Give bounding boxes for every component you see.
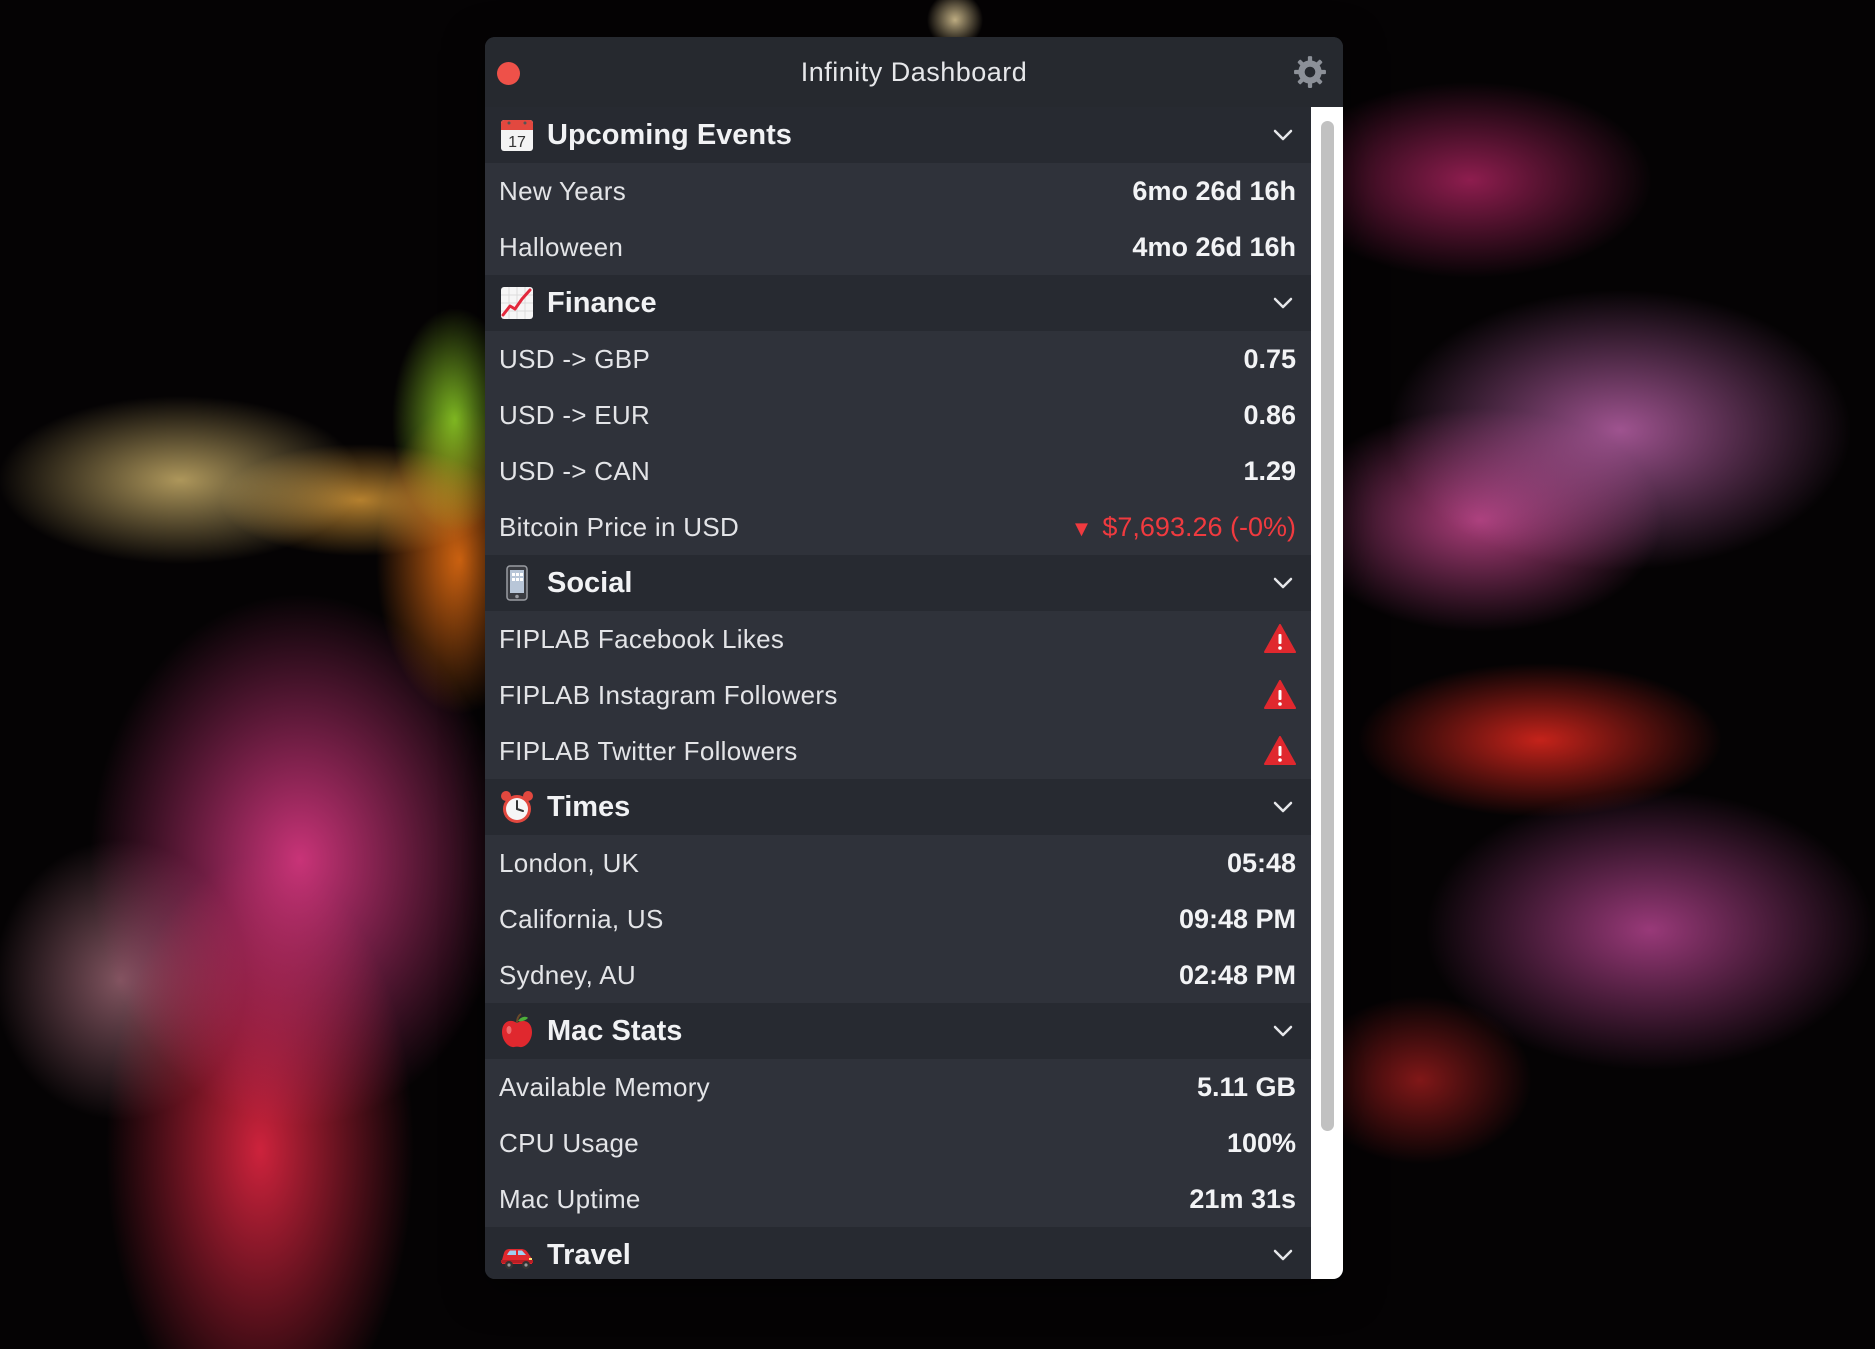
alarm-clock-icon — [498, 788, 536, 826]
section-title-times: Times — [547, 790, 631, 823]
row-label: CPU Usage — [499, 1127, 639, 1158]
row-value: 100% — [1226, 1127, 1296, 1158]
calendar-day: 17 — [508, 134, 526, 151]
list-item: FIPLAB Twitter Followers — [485, 723, 1311, 779]
list-item: Bitcoin Price in USD ▼ $7,693.26 (-0%) — [485, 499, 1311, 555]
warning-icon[interactable] — [1264, 736, 1296, 766]
section-title-travel: Travel — [547, 1238, 631, 1271]
list-item: London, UK 05:48 — [485, 835, 1311, 891]
warning-icon[interactable] — [1264, 624, 1296, 654]
list-item: Halloween 4mo 26d 16h — [485, 219, 1311, 275]
list-item: CPU Usage 100% — [485, 1115, 1311, 1171]
section-header-mac-stats[interactable]: Mac Stats — [485, 1003, 1311, 1059]
row-value: 4mo 26d 16h — [1132, 231, 1296, 262]
row-label: USD -> EUR — [499, 399, 651, 430]
row-value: 05:48 — [1226, 847, 1296, 878]
list-item: USD -> EUR 0.86 — [485, 387, 1311, 443]
window-title: Infinity Dashboard — [800, 56, 1028, 87]
row-label: USD -> GBP — [499, 343, 651, 374]
gear-icon[interactable] — [1293, 55, 1327, 89]
row-value: 21m 31s — [1189, 1183, 1296, 1214]
list-item: FIPLAB Facebook Likes — [485, 611, 1311, 667]
mobile-phone-icon — [498, 564, 536, 602]
section-header-upcoming-events[interactable]: 17 Upcoming Events — [485, 107, 1311, 163]
row-value: 1.29 — [1243, 455, 1296, 486]
row-label: FIPLAB Facebook Likes — [499, 623, 785, 654]
list-item: Mac Uptime 21m 31s — [485, 1171, 1311, 1227]
row-label: Halloween — [499, 231, 624, 262]
list-item: New Years 6mo 26d 16h — [485, 163, 1311, 219]
apple-icon — [498, 1012, 536, 1050]
chevron-down-icon[interactable] — [1269, 1241, 1297, 1269]
title-bar: Infinity Dashboard — [485, 37, 1343, 107]
car-icon — [498, 1236, 536, 1274]
row-label: FIPLAB Twitter Followers — [499, 735, 798, 766]
row-label: New Years — [499, 175, 626, 206]
section-title-social: Social — [547, 566, 633, 599]
section-header-times[interactable]: Times — [485, 779, 1311, 835]
chevron-down-icon[interactable] — [1269, 793, 1297, 821]
list-item: Sydney, AU 02:48 PM — [485, 947, 1311, 1003]
row-value: 5.11 GB — [1196, 1071, 1296, 1102]
row-label: California, US — [499, 903, 664, 934]
chevron-down-icon[interactable] — [1269, 1017, 1297, 1045]
scrollbar-track[interactable] — [1311, 107, 1343, 1279]
row-value: 09:48 PM — [1178, 903, 1296, 934]
row-label: London, UK — [499, 847, 640, 878]
scrollbar-thumb[interactable] — [1321, 121, 1334, 1131]
section-title-finance: Finance — [547, 286, 657, 319]
chevron-down-icon[interactable] — [1269, 289, 1297, 317]
section-title-mac-stats: Mac Stats — [547, 1014, 683, 1047]
list-item: California, US 09:48 PM — [485, 891, 1311, 947]
bitcoin-price-value: ▼ $7,693.26 (-0%) — [1071, 512, 1296, 543]
row-label: Mac Uptime — [499, 1183, 641, 1214]
row-value: 0.86 — [1243, 399, 1296, 430]
list-item: USD -> GBP 0.75 — [485, 331, 1311, 387]
row-label: Available Memory — [499, 1071, 710, 1102]
row-value: $7,693.26 (-0%) — [1102, 511, 1296, 542]
chevron-down-icon[interactable] — [1269, 121, 1297, 149]
close-window-button[interactable] — [497, 62, 520, 85]
row-label: Sydney, AU — [499, 959, 636, 990]
dashboard-window: Infinity Dashboard 17 Upcoming Events Ne… — [485, 37, 1343, 1279]
row-value: 6mo 26d 16h — [1132, 175, 1296, 206]
list-item: USD -> CAN 1.29 — [485, 443, 1311, 499]
chart-increasing-icon — [498, 284, 536, 322]
section-header-social[interactable]: Social — [485, 555, 1311, 611]
list-item: Available Memory 5.11 GB — [485, 1059, 1311, 1115]
down-triangle-icon: ▼ — [1070, 515, 1093, 541]
calendar-icon: 17 — [498, 116, 536, 154]
warning-icon[interactable] — [1264, 680, 1296, 710]
section-header-travel[interactable]: Travel — [485, 1227, 1311, 1279]
row-value: 0.75 — [1243, 343, 1296, 374]
section-header-finance[interactable]: Finance — [485, 275, 1311, 331]
dashboard-content: 17 Upcoming Events New Years 6mo 26d 16h… — [485, 107, 1311, 1279]
section-title-upcoming-events: Upcoming Events — [547, 118, 792, 151]
row-label: Bitcoin Price in USD — [499, 511, 740, 542]
list-item: FIPLAB Instagram Followers — [485, 667, 1311, 723]
row-label: USD -> CAN — [499, 455, 651, 486]
chevron-down-icon[interactable] — [1269, 569, 1297, 597]
row-label: FIPLAB Instagram Followers — [499, 679, 838, 710]
row-value: 02:48 PM — [1178, 959, 1296, 990]
